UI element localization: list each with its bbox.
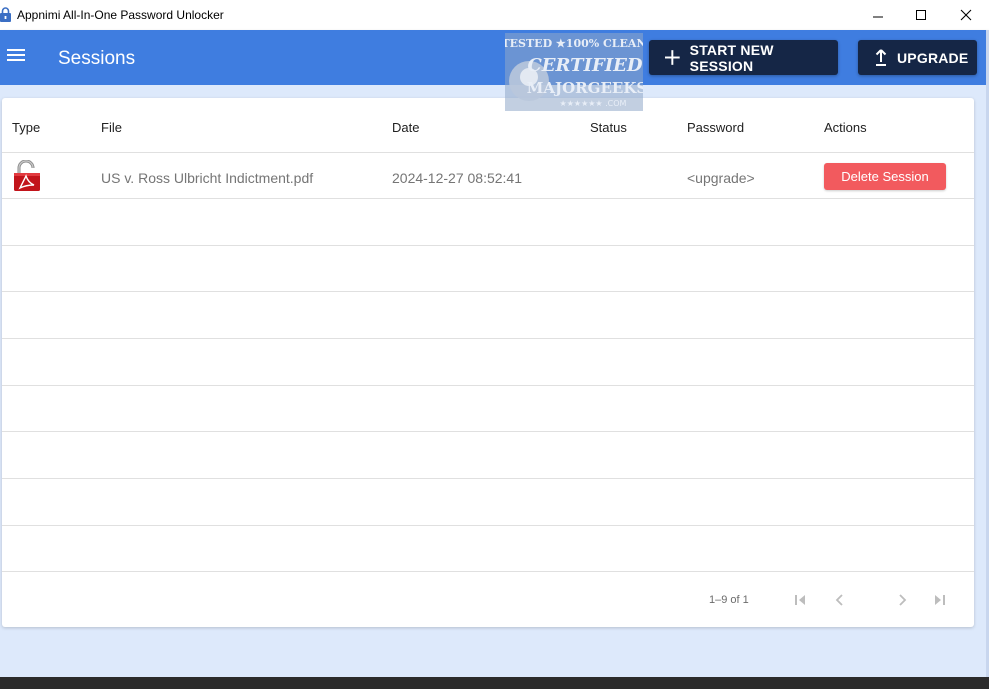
pdf-lock-icon <box>14 160 40 191</box>
upgrade-button[interactable]: UPGRADE <box>858 40 977 75</box>
taskbar-strip <box>0 677 989 689</box>
row-divider <box>2 478 974 479</box>
minimize-button[interactable] <box>855 0 901 30</box>
maximize-icon <box>916 10 926 20</box>
delete-session-button[interactable]: Delete Session <box>824 163 946 190</box>
row-divider <box>2 571 974 572</box>
row-divider <box>2 291 974 292</box>
last-page-icon <box>935 595 945 605</box>
header-divider <box>2 152 974 153</box>
last-page-button[interactable] <box>930 590 950 610</box>
row-divider <box>2 385 974 386</box>
column-header-actions: Actions <box>824 120 867 135</box>
file-name: US v. Ross Ulbricht Indictment.pdf <box>101 170 314 186</box>
chevron-left-icon <box>835 594 843 606</box>
watermark-line2: CERTIFIED <box>527 55 642 76</box>
plus-icon <box>665 50 680 65</box>
window-title: Appnimi All-In-One Password Unlocker <box>17 8 224 22</box>
watermark-line4: ★★★★★★ .COM <box>560 99 627 108</box>
next-page-button[interactable] <box>892 590 912 610</box>
row-divider <box>2 525 974 526</box>
chevron-right-icon <box>899 594 907 606</box>
lock-icon <box>0 7 11 22</box>
upgrade-label: UPGRADE <box>897 49 969 66</box>
app-toolbar: Sessions START NEW SESSION UPGRADE <box>0 30 989 85</box>
minimize-icon <box>873 16 883 18</box>
watermark-line3: MAJORGEEKS <box>527 79 643 97</box>
session-date: 2024-12-27 08:52:41 <box>392 170 522 186</box>
column-header-password[interactable]: Password <box>687 120 744 135</box>
column-header-date[interactable]: Date <box>392 120 419 135</box>
hamburger-menu-icon[interactable] <box>7 48 25 62</box>
first-page-button[interactable] <box>790 590 810 610</box>
previous-page-button[interactable] <box>830 590 850 610</box>
row-divider <box>2 431 974 432</box>
start-new-session-label: START NEW SESSION <box>689 41 774 74</box>
start-new-session-button[interactable]: START NEW SESSION <box>649 40 838 75</box>
row-divider <box>2 245 974 246</box>
pagination-range: 1–9 of 1 <box>709 594 749 606</box>
watermark-line1: TESTED ★100% CLEAN <box>505 37 643 50</box>
first-page-icon <box>795 595 805 605</box>
sessions-table-card: Type File Date Status Password Actions U… <box>2 98 974 627</box>
row-divider <box>2 338 974 339</box>
page-title: Sessions <box>58 48 136 69</box>
window-titlebar: Appnimi All-In-One Password Unlocker <box>0 0 989 30</box>
maximize-button[interactable] <box>898 0 944 30</box>
column-header-type[interactable]: Type <box>12 120 40 135</box>
close-icon <box>960 9 972 21</box>
majorgeeks-certified-badge: TESTED ★100% CLEAN CERTIFIED MAJORGEEKS … <box>505 33 643 111</box>
session-password: <upgrade> <box>687 170 755 186</box>
close-button[interactable] <box>943 0 989 30</box>
column-header-file[interactable]: File <box>101 120 122 135</box>
column-header-status[interactable]: Status <box>590 120 627 135</box>
row-divider <box>2 198 974 199</box>
upload-arrow-icon <box>875 49 887 66</box>
